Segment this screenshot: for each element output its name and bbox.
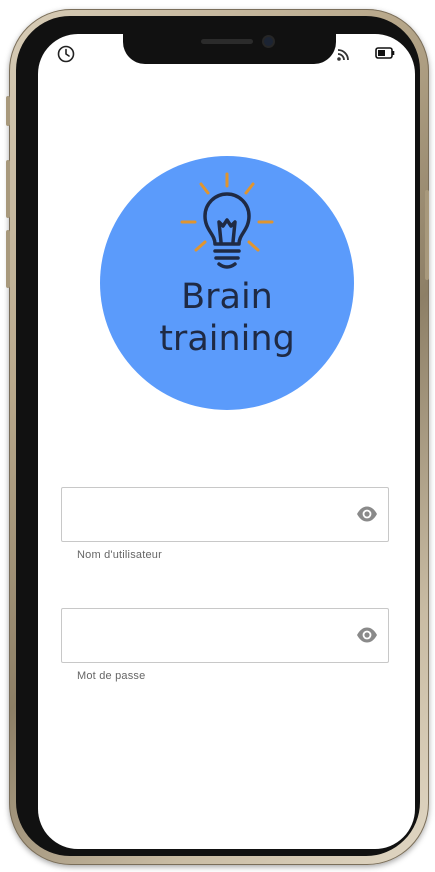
username-field[interactable] xyxy=(61,487,389,542)
logo-title-line1: Brain xyxy=(181,277,273,317)
clock-icon xyxy=(57,45,75,63)
notch xyxy=(123,34,336,64)
password-field[interactable] xyxy=(61,608,389,663)
lightbulb-icon xyxy=(180,172,274,269)
logo-title-line2: training xyxy=(159,319,295,359)
username-input[interactable] xyxy=(72,496,346,536)
password-input[interactable] xyxy=(72,617,346,657)
front-camera xyxy=(264,37,273,46)
silent-switch xyxy=(6,96,10,126)
app-screen: Brain training Nom d'utilisateur Mot de … xyxy=(38,34,415,849)
power-button xyxy=(425,190,429,280)
volume-down-button xyxy=(6,230,10,288)
cast-icon xyxy=(337,49,349,61)
brain-training-logo: Brain training xyxy=(100,156,354,410)
username-helper-text: Nom d'utilisateur xyxy=(77,549,162,561)
battery-icon xyxy=(375,47,395,59)
earpiece-speaker xyxy=(201,39,253,44)
password-helper-text: Mot de passe xyxy=(77,670,146,682)
eye-icon[interactable] xyxy=(356,626,378,644)
eye-icon[interactable] xyxy=(356,505,378,523)
volume-up-button xyxy=(6,160,10,218)
